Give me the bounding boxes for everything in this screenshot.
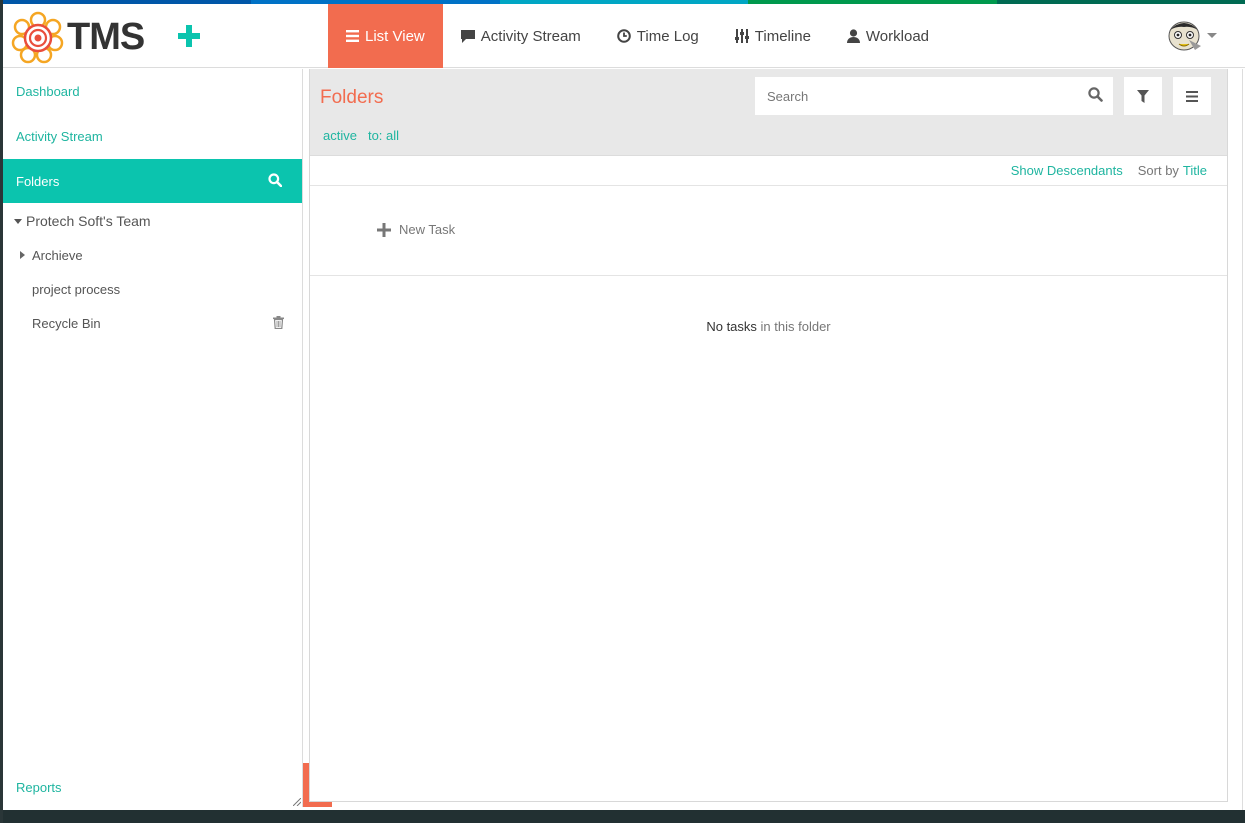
tree-item-project-process[interactable]: project process [3,272,302,306]
trash-icon[interactable] [273,316,284,332]
main-panel: Folders active to: all Show Descendants … [309,69,1228,802]
menu-icon [1186,90,1198,102]
show-descendants-link[interactable]: Show Descendants [1011,163,1123,178]
new-task-row: New Task [310,186,1227,276]
nav-time-log[interactable]: Time Log [599,4,717,68]
resize-grip-icon[interactable] [293,798,301,806]
tree-team-label: Protech Soft's Team [26,213,151,229]
logo[interactable]: TMS [11,10,145,64]
chevron-down-icon [1207,32,1217,38]
new-task-button[interactable]: New Task [377,222,455,237]
user-icon [846,29,860,43]
nav-label: Workload [865,27,930,45]
comment-icon [460,29,475,43]
main-header: Folders active to: all [310,69,1227,156]
list-icon [346,30,359,42]
filter-assignee[interactable]: to: all [368,128,399,143]
filter-button[interactable] [1124,77,1162,115]
nav-label: List View [365,27,425,45]
avatar [1168,21,1201,51]
tree-item-archieve[interactable]: Archieve [3,238,302,272]
app-window: TMS List View Activity Stream Time Log T… [0,0,1245,823]
empty-state-rest: in this folder [760,319,831,334]
filter-icon [1137,89,1149,103]
caret-right-icon[interactable] [20,251,25,259]
nav-label: Activity Stream [480,27,581,45]
sort-label: Sort by [1137,163,1179,178]
sort-value-link[interactable]: Title [1183,163,1207,178]
plus-icon [178,25,200,47]
nav-activity-stream[interactable]: Activity Stream [443,4,599,68]
sidebar: Dashboard Activity Stream Folders Protec… [3,69,303,807]
add-new-button[interactable] [169,16,209,56]
nav-list-view[interactable]: List View [328,4,443,68]
sort-bar: Show Descendants Sort by Title [310,156,1227,186]
plus-icon [377,222,391,237]
flower-logo-icon [11,11,64,64]
sidebar-item-folders[interactable]: Folders [3,159,302,203]
tree-team[interactable]: Protech Soft's Team [3,204,302,238]
nav-label: Timeline [754,27,811,45]
empty-state-strong: No tasks [706,319,757,334]
sidebar-item-dashboard[interactable]: Dashboard [3,69,302,114]
sidebar-item-activity-stream[interactable]: Activity Stream [3,114,302,159]
page-title: Folders [320,87,384,108]
caret-down-icon[interactable] [14,218,22,224]
nav-timeline[interactable]: Timeline [717,4,829,68]
logo-text: TMS [67,15,145,58]
filter-active[interactable]: active [323,128,357,143]
new-task-label: New Task [399,222,456,237]
empty-state-message: No tasks in this folder [310,319,1227,334]
user-menu[interactable] [1165,18,1217,52]
nav-label: Time Log [636,27,699,45]
sidebar-item-reports[interactable]: Reports [16,780,62,795]
sliders-icon [734,29,749,43]
tree-item-label: project process [32,281,121,297]
menu-button[interactable] [1173,77,1211,115]
search-box[interactable] [755,77,1113,115]
sidebar-folders-label: Folders [16,173,60,189]
main-nav: List View Activity Stream Time Log Timel… [328,4,947,68]
nav-workload[interactable]: Workload [829,4,947,68]
search-input[interactable] [767,88,1067,104]
bottom-bar [3,810,1245,823]
header: TMS List View Activity Stream Time Log T… [3,4,1245,68]
tree-item-recycle-bin[interactable]: Recycle Bin [3,306,302,340]
search-icon[interactable] [1088,87,1103,105]
filter-chips: active to: all [323,128,399,143]
search-icon[interactable] [268,172,283,190]
clock-icon [616,29,631,43]
tree-item-label: Archieve [32,247,83,263]
tree-item-label: Recycle Bin [32,315,101,331]
